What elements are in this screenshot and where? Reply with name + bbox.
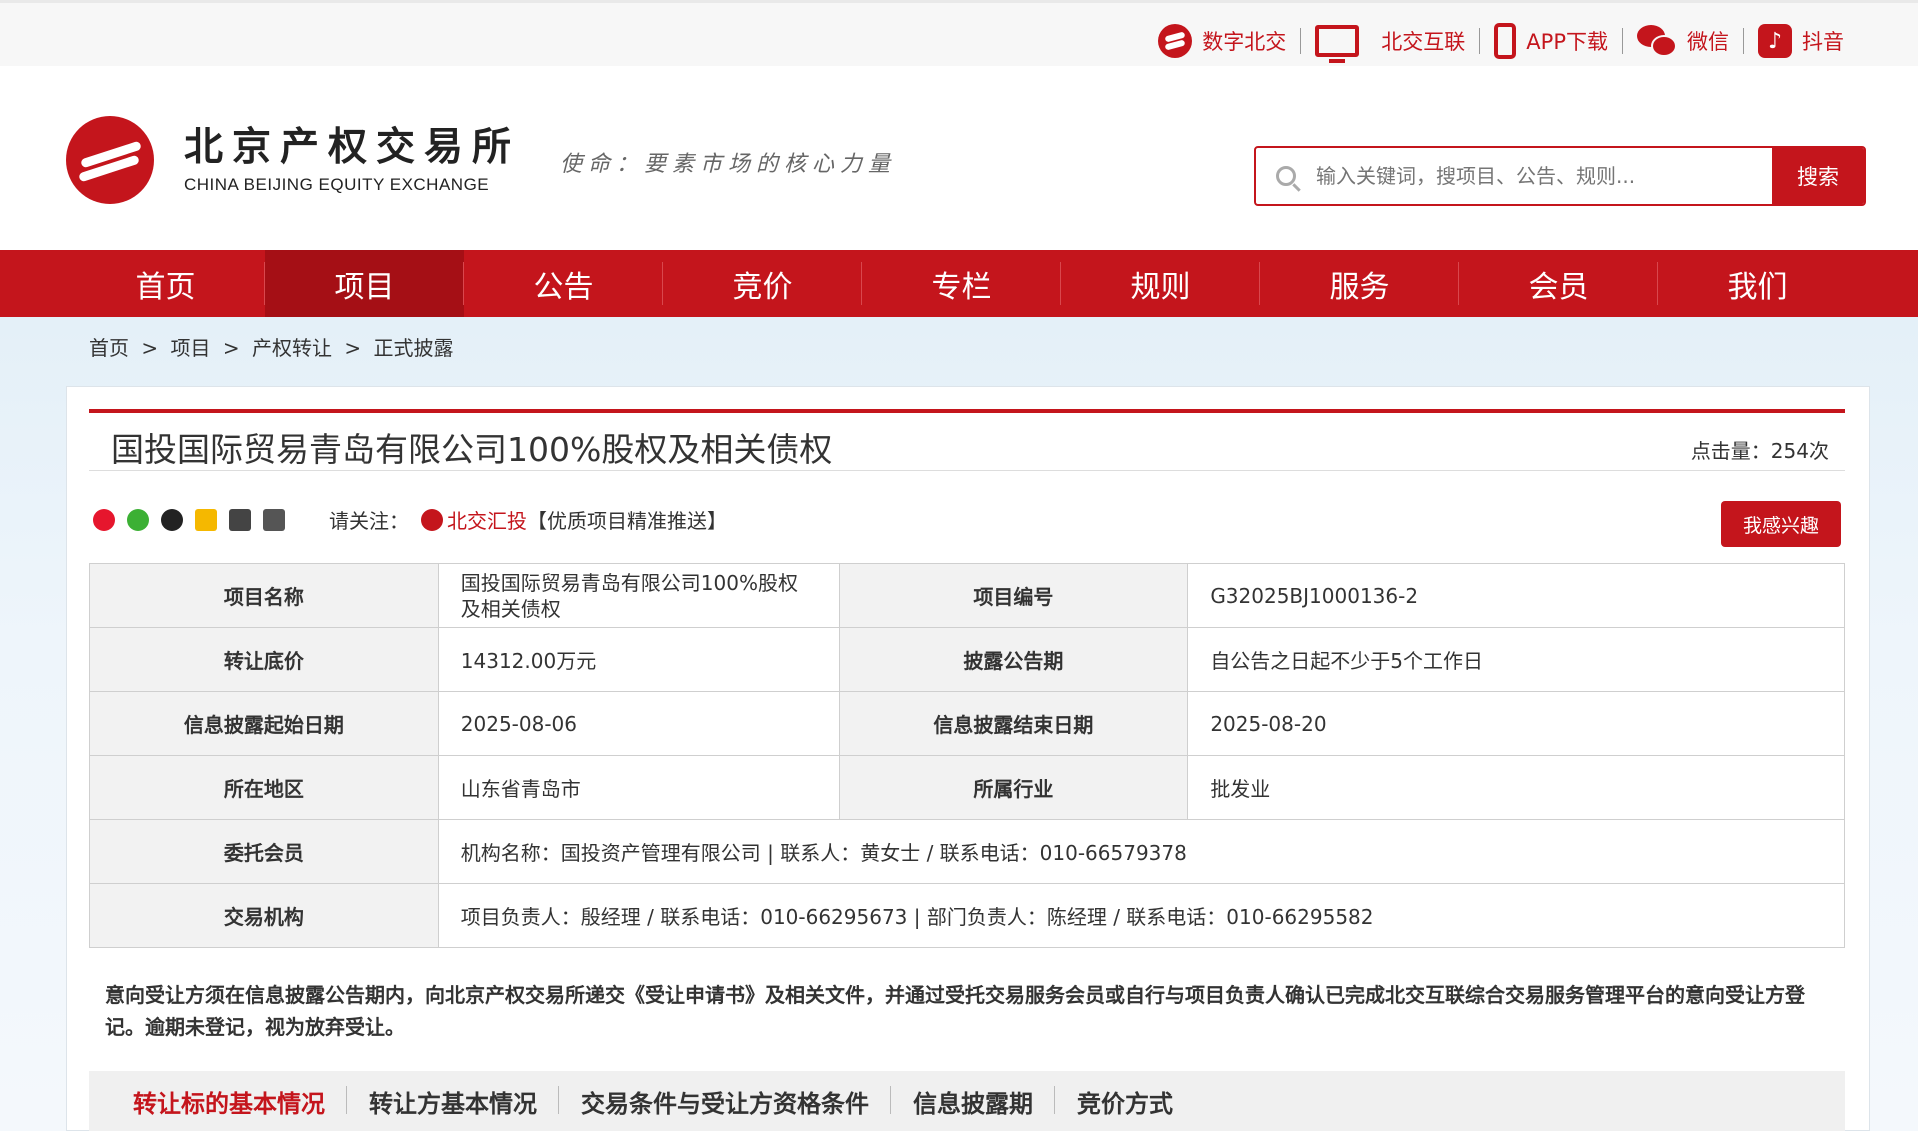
tab-disclosure-period[interactable]: 信息披露期 [891,1084,1055,1119]
label-disclosure-period: 披露公告期 [838,627,1189,692]
search-icon [1256,148,1316,204]
project-info-table: 项目名称 国投国际贸易青岛有限公司100%股权及相关债权 项目编号 G32025… [89,563,1846,948]
follow-label: 请关注： [329,509,409,533]
click-count: 点击量：254次 [1690,439,1829,463]
table-row: 交易机构 项目负责人：殷经理 / 联系电话：010-66295673 | 部门负… [89,883,1846,948]
breadcrumb-formal-disclosure[interactable]: 正式披露 [373,336,453,360]
value-trading-agency: 项目负责人：殷经理 / 联系电话：010-66295673 | 部门负责人：陈经… [437,883,1846,948]
share-row: 请关注： 北交汇投 【优质项目精准推送】 [93,505,727,534]
follow-brand-link[interactable]: 北交汇投 [421,505,527,534]
table-row: 转让底价 14312.00万元 披露公告期 自公告之日起不少于5个工作日 [89,627,1845,692]
mission-slogan: 使命：要素市场的核心力量 [560,152,897,177]
breadcrumb-separator: > [344,336,362,360]
logo-text: 北京产权交易所 CHINA BEIJING EQUITY EXCHANGE [184,125,520,195]
digital-beijiao-icon [1158,24,1193,58]
link-douyin[interactable]: ♪ 抖音 [1744,24,1858,58]
wechat-share-icon[interactable] [127,508,149,531]
link-label: 数字北交 [1202,30,1287,54]
value-entrusted-member: 机构名称：国投资产管理有限公司 | 联系人：黄女士 / 联系电话：010-665… [437,819,1846,884]
logo-english-name: CHINA BEIJING EQUITY EXCHANGE [184,175,490,194]
wechat-icon [1637,25,1677,57]
nav-item-services[interactable]: 服务 [1260,250,1459,317]
label-project-name: 项目名称 [89,563,439,628]
project-title: 国投国际贸易青岛有限公司100%股权及相关债权 [111,430,833,469]
table-row: 项目名称 国投国际贸易青岛有限公司100%股权及相关债权 项目编号 G32025… [89,563,1845,628]
breadcrumb-home[interactable]: 首页 [89,336,129,360]
main-nav: 首页 项目 公告 竞价 专栏 规则 服务 会员 我们 [0,250,1918,317]
label-entrusted-member: 委托会员 [89,819,439,884]
value-disclosure-period: 自公告之日起不少于5个工作日 [1187,627,1845,692]
nav-item-announcements[interactable]: 公告 [464,250,663,317]
breadcrumb-separator: > [141,336,159,360]
label-reserve-price: 转让底价 [89,627,439,692]
link-app-download[interactable]: APP下载 [1480,23,1622,59]
search-box: 搜索 [1254,146,1866,206]
monitor-icon [1315,25,1360,63]
utility-links: 数字北交 北交互联 APP下载 微信 ♪ 抖音 [1144,21,1858,63]
link-label: 北交互联 [1381,30,1466,54]
weibo-icon[interactable] [93,508,115,531]
transfer-notice: 意向受让方须在信息披露公告期内，向北京产权交易所递交《受让申请书》及相关文件，并… [105,983,1805,1039]
value-project-name: 国投国际贸易青岛有限公司100%股权及相关债权 [437,563,840,628]
site-header: 北京产权交易所 CHINA BEIJING EQUITY EXCHANGE 使命… [0,66,1918,251]
table-row: 委托会员 机构名称：国投资产管理有限公司 | 联系人：黄女士 / 联系电话：01… [89,819,1846,884]
breadcrumb-separator: > [222,336,240,360]
breadcrumb-equity-transfer[interactable]: 产权转让 [252,336,332,360]
table-row: 信息披露起始日期 2025-08-06 信息披露结束日期 2025-08-20 [89,691,1845,756]
tab-target-basics[interactable]: 转让标的基本情况 [111,1084,347,1119]
nav-item-home[interactable]: 首页 [66,250,265,317]
breadcrumb-projects[interactable]: 项目 [170,336,210,360]
nav-item-bidding[interactable]: 竞价 [663,250,862,317]
label-trading-agency: 交易机构 [89,883,439,948]
link-icon[interactable] [229,508,251,531]
project-detail-card: 国投国际贸易青岛有限公司100%股权及相关债权 点击量：254次 请关注： 北交… [66,386,1870,1131]
search-input[interactable] [1316,148,1772,204]
value-reserve-price: 14312.00万元 [437,627,840,692]
search-button[interactable]: 搜索 [1772,148,1864,204]
tab-trade-conditions[interactable]: 交易条件与受让方资格条件 [559,1084,891,1119]
link-label: APP下载 [1526,30,1608,54]
nav-item-projects[interactable]: 项目 [265,250,464,317]
interest-button[interactable]: 我感兴趣 [1721,501,1841,547]
label-industry: 所属行业 [838,755,1189,820]
phone-icon [1494,23,1517,59]
qq-icon[interactable] [161,508,183,531]
detail-tabs: 转让标的基本情况 转让方基本情况 交易条件与受让方资格条件 信息披露期 竞价方式 [89,1071,1845,1131]
breadcrumb: 首页 > 项目 > 产权转让 > 正式披露 [89,332,459,361]
link-beijiao-hulian[interactable]: 北交互联 [1301,25,1479,63]
follow-tagline: 【优质项目精准推送】 [527,509,727,533]
site-logo[interactable]: 北京产权交易所 CHINA BEIJING EQUITY EXCHANGE [66,116,520,204]
link-label: 抖音 [1802,30,1844,54]
nav-item-members[interactable]: 会员 [1459,250,1658,317]
value-disclosure-end: 2025-08-20 [1187,691,1845,756]
label-disclosure-end: 信息披露结束日期 [838,691,1189,756]
table-row: 所在地区 山东省青岛市 所属行业 批发业 [89,755,1845,820]
value-disclosure-start: 2025-08-06 [437,691,840,756]
print-icon[interactable] [263,508,285,531]
logo-chinese-name: 北京产权交易所 [184,125,521,170]
logo-mark-icon [66,116,154,204]
nav-item-columns[interactable]: 专栏 [862,250,1061,317]
nav-item-about[interactable]: 我们 [1658,250,1857,317]
star-icon[interactable] [195,508,217,531]
value-region: 山东省青岛市 [437,755,840,820]
value-project-number: G32025BJ1000136-2 [1187,563,1845,628]
beijiao-huitou-icon [421,508,443,531]
link-wechat[interactable]: 微信 [1623,25,1743,57]
value-industry: 批发业 [1187,755,1845,820]
nav-item-rules[interactable]: 规则 [1061,250,1260,317]
douyin-icon: ♪ [1758,24,1792,58]
tab-transferor-basics[interactable]: 转让方基本情况 [347,1084,559,1119]
link-digital-beijiao[interactable]: 数字北交 [1144,24,1300,58]
divider [89,470,1845,471]
top-utility-bar: 数字北交 北交互联 APP下载 微信 ♪ 抖音 [0,0,1918,66]
tab-bidding-method[interactable]: 竞价方式 [1055,1084,1195,1119]
label-region: 所在地区 [89,755,439,820]
title-accent-bar [89,409,1845,413]
follow-brand-label: 北交汇投 [447,509,527,533]
follow-prompt: 请关注： 北交汇投 【优质项目精准推送】 [329,505,727,534]
label-project-number: 项目编号 [838,563,1189,628]
link-label: 微信 [1687,30,1729,54]
label-disclosure-start: 信息披露起始日期 [89,691,439,756]
